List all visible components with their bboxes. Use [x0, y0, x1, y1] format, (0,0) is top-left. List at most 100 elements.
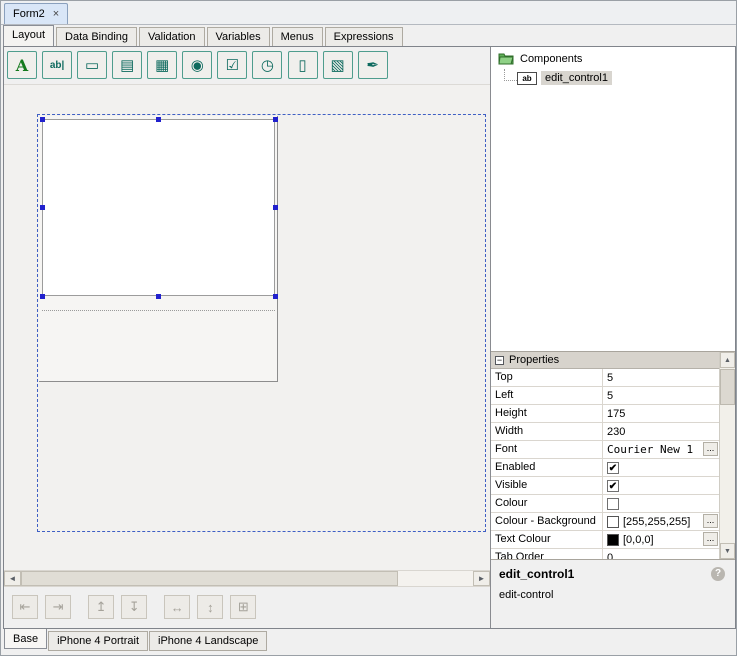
- ellipsis-button[interactable]: ...: [703, 532, 718, 546]
- design-canvas[interactable]: [4, 85, 490, 570]
- folder-icon[interactable]: [498, 52, 514, 65]
- signature-tool-button[interactable]: ✒: [358, 51, 388, 79]
- selection-handle-ne[interactable]: [273, 117, 278, 122]
- align-bottoms-button[interactable]: ↧: [121, 595, 147, 619]
- tab-layout[interactable]: Layout: [3, 25, 54, 46]
- tree-item-edit-control1[interactable]: ab edit_control1: [517, 71, 735, 85]
- property-label: Font: [491, 441, 603, 458]
- ellipsis-button[interactable]: ...: [703, 442, 718, 456]
- edit-control-tool-button[interactable]: ab|: [42, 51, 72, 79]
- text-colour-value[interactable]: [0,0,0]: [623, 534, 654, 546]
- property-value[interactable]: [255,255,255] ...: [603, 513, 719, 530]
- horizontal-scroll-thumb[interactable]: [21, 571, 398, 586]
- tab-expressions[interactable]: Expressions: [325, 27, 403, 46]
- tab-data-binding[interactable]: Data Binding: [56, 27, 137, 46]
- scroll-left-icon[interactable]: ◄: [4, 571, 21, 586]
- align-left-edges-button[interactable]: ⇤: [12, 595, 38, 619]
- align-tops-button[interactable]: ↥: [88, 595, 114, 619]
- center-in-window-icon: ⊞: [238, 599, 249, 615]
- selection-handle-e[interactable]: [273, 205, 278, 210]
- tab-variables[interactable]: Variables: [207, 27, 270, 46]
- property-label: Height: [491, 405, 603, 422]
- image-tool-icon: ▧: [330, 56, 344, 74]
- doc-tab-strip: Layout Data Binding Validation Variables…: [1, 25, 736, 46]
- ellipsis-button[interactable]: ...: [703, 514, 718, 528]
- scroll-right-icon[interactable]: ►: [473, 571, 490, 586]
- edit-control-on-canvas[interactable]: [42, 119, 275, 296]
- property-row-height: Height 175: [491, 405, 719, 423]
- property-value[interactable]: Courier New 1 ...: [603, 441, 719, 458]
- property-label: Colour - Background: [491, 513, 603, 530]
- background-colour-swatch[interactable]: [607, 516, 619, 528]
- tree-connector: [504, 69, 517, 81]
- properties-panel: − Properties Top 5 Left 5 Height 175: [491, 352, 735, 559]
- font-value[interactable]: Courier New 1: [607, 443, 693, 456]
- checkbox-tool-button[interactable]: ☑: [217, 51, 247, 79]
- image-tool-button[interactable]: ▧: [323, 51, 353, 79]
- scroll-up-icon[interactable]: ▲: [720, 352, 735, 368]
- property-value[interactable]: 175: [603, 405, 719, 422]
- background-colour-value[interactable]: [255,255,255]: [623, 516, 690, 528]
- properties-title: Properties: [509, 354, 559, 366]
- vertical-scroll-thumb[interactable]: [720, 369, 735, 405]
- radio-button-tool-button[interactable]: ◉: [182, 51, 212, 79]
- tab-menus[interactable]: Menus: [272, 27, 323, 46]
- button-tool-icon: ▭: [85, 56, 99, 74]
- selection-handle-s[interactable]: [156, 294, 161, 299]
- tab-iphone4-landscape[interactable]: iPhone 4 Landscape: [149, 631, 267, 651]
- help-icon[interactable]: ?: [711, 567, 725, 581]
- property-value[interactable]: 0: [603, 549, 719, 559]
- grid-tool-icon: ▦: [155, 56, 169, 74]
- property-value[interactable]: 5: [603, 369, 719, 386]
- visible-checkbox[interactable]: ✔: [607, 480, 619, 492]
- property-value: ✔: [603, 459, 719, 476]
- tab-validation[interactable]: Validation: [139, 27, 205, 46]
- main-area: A ab| ▭ ▤ ▦ ◉ ☑ ◷ ▯ ▧ ✒: [3, 46, 736, 629]
- close-icon[interactable]: ×: [53, 9, 59, 20]
- selection-handle-n[interactable]: [156, 117, 161, 122]
- combobox-tool-button[interactable]: ▤: [112, 51, 142, 79]
- canvas-horizontal-scrollbar[interactable]: ◄ ►: [4, 570, 490, 587]
- scroll-down-icon[interactable]: ▼: [720, 543, 735, 559]
- selected-control-type: edit-control: [499, 589, 727, 601]
- center-horizontally-icon: ↔: [171, 600, 184, 615]
- form-tab[interactable]: Form2 ×: [4, 3, 68, 24]
- label-tool-button[interactable]: A: [7, 51, 37, 79]
- enabled-checkbox[interactable]: ✔: [607, 462, 619, 474]
- colour-checkbox[interactable]: [607, 498, 619, 510]
- text-colour-swatch[interactable]: [607, 534, 619, 546]
- tab-iphone4-portrait[interactable]: iPhone 4 Portrait: [48, 631, 148, 651]
- selection-handle-w[interactable]: [40, 205, 45, 210]
- inspector-column: Components ab edit_control1 − Properties…: [491, 47, 735, 628]
- component-toolbar: A ab| ▭ ▤ ▦ ◉ ☑ ◷ ▯ ▧ ✒: [4, 47, 490, 85]
- selected-control-info: edit_control1 ? edit-control: [491, 559, 735, 628]
- selection-handle-nw[interactable]: [40, 117, 45, 122]
- button-tool-button[interactable]: ▭: [77, 51, 107, 79]
- center-vertically-button[interactable]: ↕: [197, 595, 223, 619]
- center-horizontally-button[interactable]: ↔: [164, 595, 190, 619]
- align-right-edges-button[interactable]: ⇥: [45, 595, 71, 619]
- align-tops-icon: ↥: [96, 599, 107, 615]
- tab-base[interactable]: Base: [4, 629, 47, 649]
- collapse-icon[interactable]: −: [495, 356, 504, 365]
- property-label: Width: [491, 423, 603, 440]
- center-in-window-button[interactable]: ⊞: [230, 595, 256, 619]
- tree-item-label[interactable]: edit_control1: [541, 71, 612, 85]
- spacer-tool-button[interactable]: ▯: [288, 51, 318, 79]
- signature-tool-icon: ✒: [366, 56, 379, 74]
- selection-handle-sw[interactable]: [40, 294, 45, 299]
- property-value[interactable]: 230: [603, 423, 719, 440]
- datetime-picker-tool-button[interactable]: ◷: [252, 51, 282, 79]
- selection-handle-se[interactable]: [273, 294, 278, 299]
- edit-control-tool-icon: ab|: [50, 60, 64, 71]
- grid-tool-button[interactable]: ▦: [147, 51, 177, 79]
- properties-vertical-scrollbar[interactable]: ▲ ▼: [719, 352, 735, 559]
- selected-control-name: edit_control1: [499, 567, 727, 581]
- property-label: Top: [491, 369, 603, 386]
- datetime-picker-tool-icon: ◷: [261, 56, 274, 74]
- property-value[interactable]: 5: [603, 387, 719, 404]
- property-label: Colour: [491, 495, 603, 512]
- property-row-left: Left 5: [491, 387, 719, 405]
- property-value[interactable]: [0,0,0] ...: [603, 531, 719, 548]
- property-row-colour: Colour: [491, 495, 719, 513]
